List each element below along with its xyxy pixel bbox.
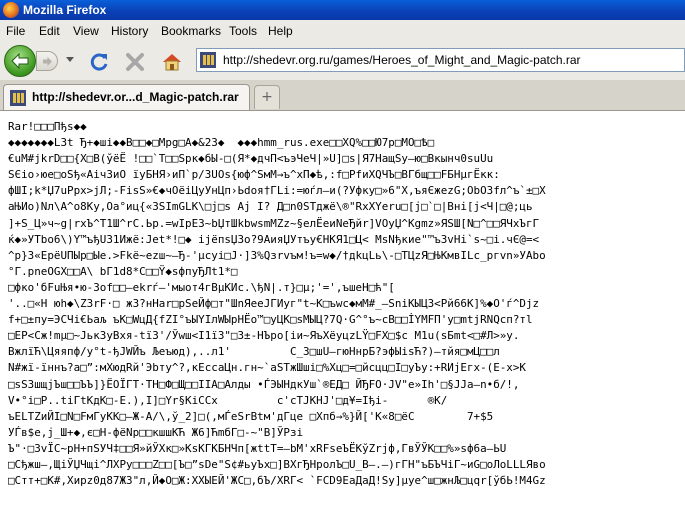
content-line: V•°i□Р..tiГtКдК□-Е.),I]□Yr§KiССх с'сТJКН…	[8, 393, 448, 407]
stop-icon[interactable]	[124, 51, 146, 73]
content-line: □EP<Сж!mµ□~JькЗуВхя-tї3'/Ўwш<I1ї3"□3±-НЪ…	[8, 329, 520, 343]
back-arrow-icon	[11, 53, 29, 69]
tab-favicon-icon	[10, 90, 26, 106]
menu-bookmarks[interactable]: Bookmarks	[161, 24, 221, 38]
navigation-toolbar: http://shedevr.org.ru/games/Heroes_of_Mi…	[0, 42, 685, 80]
content-line: ^p}3«ЕрёUПЫр□Ые.>Fkё~ezш~—Ђ-'µсуi□J·]3%Q…	[8, 248, 546, 262]
content-line: SЄio›юe□oSђ«Аiч3иО їуБНЯ›иП`p/ЗUOs{юф^Ѕм…	[8, 168, 500, 182]
url-bar[interactable]: http://shedevr.org.ru/games/Heroes_of_Mi…	[196, 48, 685, 72]
menu-view[interactable]: View	[73, 24, 99, 38]
content-line: ќ◆»УТbо6\)Y™ъђU31Ижё:Jеt*!□◆ ijёпsЏЗо?9А…	[8, 232, 540, 246]
content-line: ]+S_Ц»ч~g|rхЪ^T1Ш^rС.Ьр.=wІрЕ3~bЏтШkbwsm…	[8, 216, 540, 230]
content-line: фШI;k*Џ7uPpx>jЛ;-FisS»€◆чОёiЦуУнЦп›Ьdoя†…	[8, 184, 546, 198]
forward-button[interactable]	[36, 51, 58, 71]
new-tab-button[interactable]: +	[254, 85, 280, 109]
content-line: УЃв$е,ј_Ш+◆,є□Н-фёNр□□кшшКЋ Ж6]ЋmбГ□-~"В…	[8, 425, 304, 439]
content-line: □sSЗшщјЪш□□ЪЪ]}ЁОЇГТ·ТН□Ф□Щ□□ІІА□Алды •Ѓ…	[8, 377, 520, 391]
raw-binary-text: Rar!□□□Пђs◆◆ ◆◆◆◆◆◆◆L3t Ђ+◆шi◆◆B□□◆□Mpg□A…	[8, 119, 546, 489]
home-icon[interactable]	[161, 51, 183, 73]
menu-history[interactable]: History	[111, 24, 148, 38]
site-favicon-icon	[200, 52, 216, 68]
content-line: °Г.pneОGX□□А\ bГ1d8*С□□Ÿ◆sфпуЂЛt1*□	[8, 264, 238, 278]
window-titlebar: Mozilla Firefox	[0, 0, 685, 20]
content-line: □фко'бFuЊя•ю-3оf□□—еkrѓ—'мыот4гВµКИс.\ђN…	[8, 280, 395, 294]
menu-file[interactable]: File	[6, 24, 25, 38]
content-line: '..□«Н юh◆\Z3rF·□ ж3?нНаr□рЅеЙф□т"ШnЯееJ…	[8, 297, 540, 311]
content-line: аЊИо)Nл\А^о8Ку,Оа°иц{«ЗSImGLK\□ј□s Aј I?…	[8, 200, 533, 214]
menu-help[interactable]: Help	[268, 24, 293, 38]
content-line: N#жї-їннъ?а□”:мХюдRй'Эbту^?,кЕссаЦн.гн~`…	[8, 361, 526, 375]
content-line: □Стт+□К#,Хирz0д87Ж3"л,Й◆О□Ж:ХХЫЕЙ'ЖС□,бЪ…	[8, 474, 546, 488]
content-line: Ъ"·□3vЇС~рН+пSУЧ‡□□Я»йЎХк□»КsКГКБНЧп[жtt…	[8, 441, 507, 455]
content-line: □Сђжш—,ЩіЎЏЧщі^ЛХРу□□□Z□□[Ъ□”sDе"S¢#ьуЪх…	[8, 457, 546, 471]
reload-icon[interactable]	[88, 51, 110, 73]
tab-active[interactable]: http://shedevr.or...d_Magic-patch.rar	[3, 84, 250, 110]
content-line: €uM#jkrD□□{X□B(ўёЁ !□□`Т□□Spк◆бЫ-□(Я*◆дч…	[8, 152, 494, 166]
window-title: Mozilla Firefox	[23, 3, 107, 17]
url-text: http://shedevr.org.ru/games/Heroes_of_Mi…	[223, 53, 581, 67]
content-line: ◆◆◆◆◆◆◆L3t Ђ+◆шi◆◆B□□◆□Mpg□A◆&23◆ ◆◆◆hmm…	[8, 136, 435, 150]
menu-tools[interactable]: Tools	[229, 24, 257, 38]
menubar: File Edit View History Bookmarks Tools H…	[0, 20, 685, 42]
content-line: BжлїЋ\Цяяпф/у°t-ђJWЙъ Љеъюд),..л1' С_3□ш…	[8, 345, 500, 359]
content-line: f+□±пу=ЭСЧi€Ьаљ ъК□WцД{fZI°ъЫYIлWЫрНЁо™□…	[8, 313, 533, 327]
tab-strip: http://shedevr.or...d_Magic-patch.rar +	[0, 80, 685, 111]
content-line: ъЕLТZиЙI□N□FмГуКК□—Ж-А/\,ў_2]□(,мЃеЅrВtм…	[8, 409, 494, 423]
firefox-logo-icon	[3, 2, 19, 18]
menu-edit[interactable]: Edit	[39, 24, 60, 38]
page-content: Rar!□□□Пђs◆◆ ◆◆◆◆◆◆◆L3t Ђ+◆шi◆◆B□□◆□Mpg□A…	[0, 111, 685, 510]
back-button[interactable]	[4, 45, 36, 77]
content-line: Rar!□□□Пђs◆◆	[8, 120, 87, 133]
forward-arrow-icon	[43, 57, 52, 66]
tab-label: http://shedevr.or...d_Magic-patch.rar	[32, 90, 239, 104]
back-forward-group	[4, 45, 64, 77]
history-dropdown-icon[interactable]	[66, 57, 74, 62]
